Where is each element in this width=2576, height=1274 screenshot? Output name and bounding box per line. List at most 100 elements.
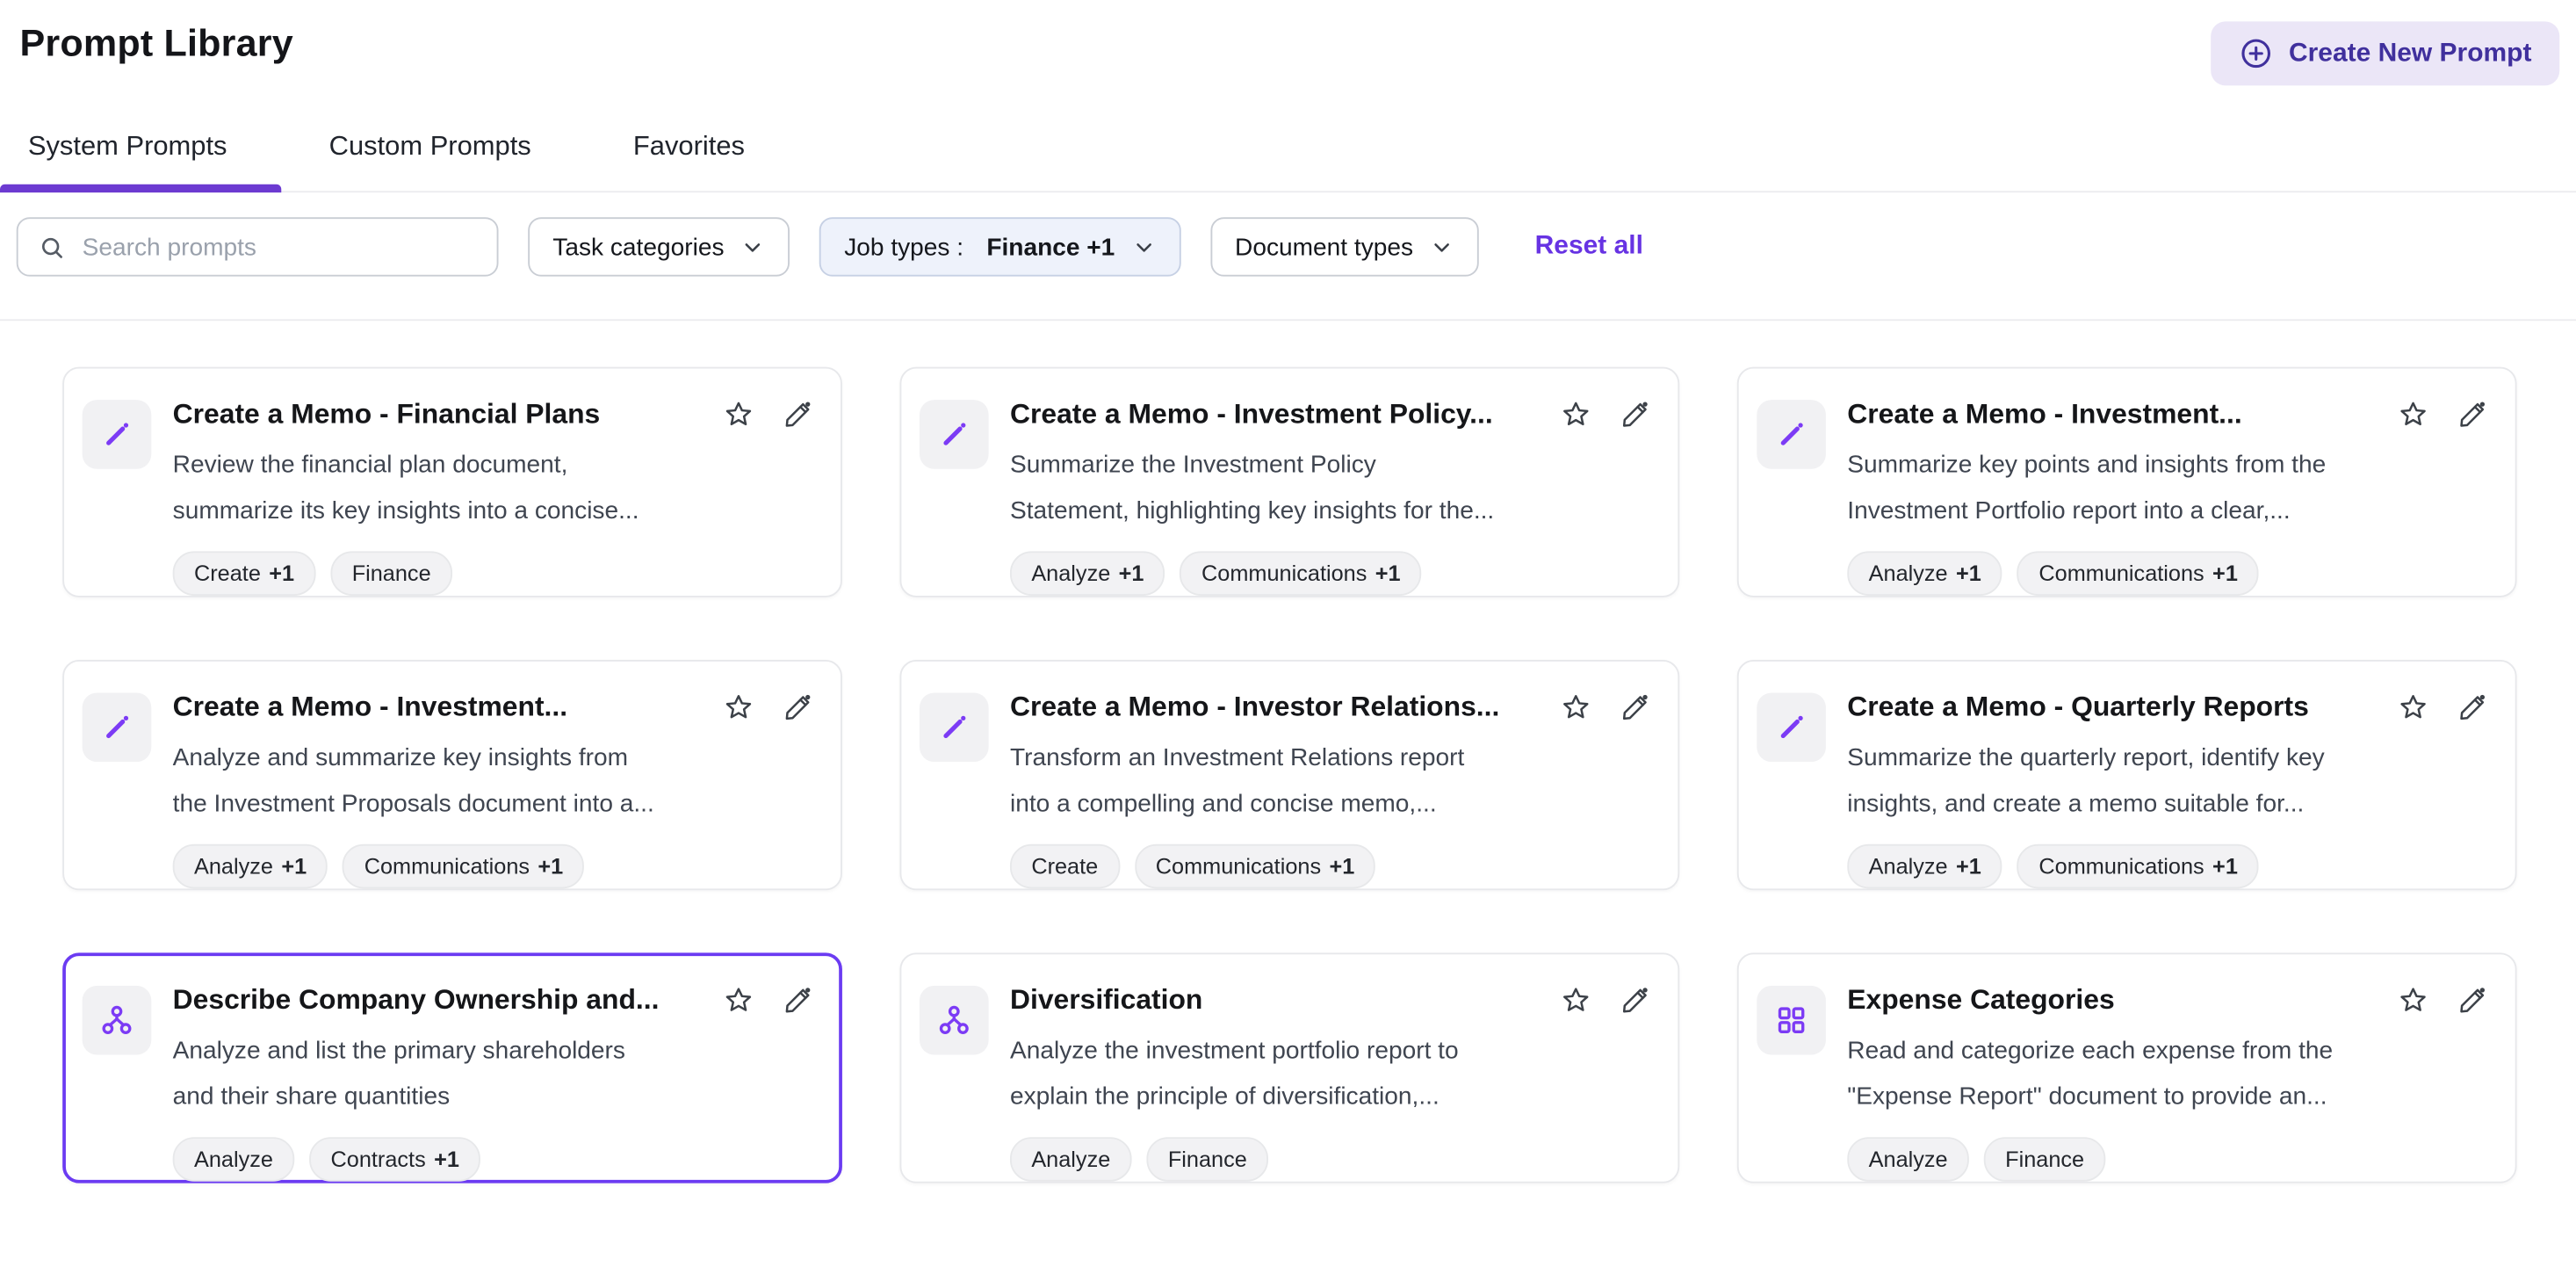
star-icon: [2397, 705, 2429, 729]
prompt-card[interactable]: Create a Memo - Investment...: [1737, 367, 2517, 597]
tag-pill: Create+1: [173, 551, 316, 596]
favorite-button[interactable]: [722, 398, 754, 431]
prompt-card[interactable]: Diversification: [899, 952, 1679, 1183]
star-icon: [2397, 411, 2429, 436]
edit-pencil-icon: [782, 997, 814, 1022]
pen-icon: [920, 692, 989, 762]
tab-bar: System Prompts Custom Prompts Favorites: [0, 85, 2576, 192]
pen-icon: [1757, 692, 1826, 762]
card-description: Analyze the investment portfolio report …: [1010, 1029, 1651, 1119]
edit-button[interactable]: [782, 984, 814, 1017]
tag-pill: Communications+1: [343, 844, 584, 889]
card-content: Create a Memo - Financial Plans: [173, 398, 814, 573]
tag-pill: Analyze+1: [1847, 551, 2002, 596]
tag-pill: Communications+1: [1134, 844, 1375, 889]
card-description: Summarize the quarterly report, identify…: [1847, 735, 2488, 826]
edit-pencil-icon: [1619, 411, 1651, 436]
prompt-card[interactable]: Create a Memo - Quarterly Reports: [1737, 660, 2517, 890]
star-icon: [1560, 997, 1592, 1022]
job-types-label: Job types :: [844, 233, 963, 261]
star-icon: [722, 411, 754, 436]
tab-favorites[interactable]: Favorites: [624, 130, 755, 191]
card-description: Transform an Investment Relations report…: [1010, 735, 1651, 826]
card-description: Summarize key points and insights from t…: [1847, 443, 2488, 533]
task-categories-dropdown[interactable]: Task categories: [528, 217, 790, 276]
card-actions: [722, 398, 814, 431]
prompt-card[interactable]: Create a Memo - Investor Relations...: [899, 660, 1679, 890]
edit-button[interactable]: [1619, 398, 1651, 431]
edit-pencil-icon: [782, 705, 814, 729]
task-categories-label: Task categories: [552, 233, 724, 261]
card-actions: [2397, 691, 2489, 724]
card-title: Describe Company Ownership and...: [173, 984, 706, 1017]
favorite-button[interactable]: [1560, 984, 1592, 1017]
tab-custom-prompts[interactable]: Custom Prompts: [319, 130, 541, 191]
card-content: Describe Company Ownership and...: [173, 984, 814, 1159]
card-tags: Analyze+1Communications+1: [173, 844, 814, 889]
edit-button[interactable]: [782, 398, 814, 431]
chevron-down-icon: [1131, 235, 1156, 259]
prompt-card[interactable]: Describe Company Ownership and...: [62, 952, 842, 1183]
favorite-button[interactable]: [1560, 398, 1592, 431]
tag-pill: Analyze: [173, 1137, 295, 1182]
edit-button[interactable]: [2456, 691, 2488, 724]
pen-icon: [1757, 400, 1826, 469]
edit-pencil-icon: [782, 411, 814, 436]
job-types-dropdown[interactable]: Job types : Finance +1: [819, 217, 1180, 276]
pen-icon: [83, 400, 152, 469]
job-types-value: Finance +1: [986, 233, 1115, 261]
search-input[interactable]: [79, 231, 480, 263]
create-new-prompt-button[interactable]: Create New Prompt: [2212, 21, 2559, 85]
prompt-library-page: Prompt Library Create New Prompt System …: [0, 0, 2576, 1274]
edit-pencil-icon: [2456, 997, 2488, 1022]
favorite-button[interactable]: [722, 691, 754, 724]
card-content: Create a Memo - Investment...: [173, 691, 814, 866]
prompt-card[interactable]: Create a Memo - Investment...: [62, 660, 842, 890]
document-types-dropdown[interactable]: Document types: [1210, 217, 1479, 276]
favorite-button[interactable]: [722, 984, 754, 1017]
card-content: Create a Memo - Investment...: [1847, 398, 2488, 573]
star-icon: [722, 997, 754, 1022]
card-tags: AnalyzeFinance: [1010, 1137, 1651, 1182]
edit-pencil-icon: [1619, 997, 1651, 1022]
favorite-button[interactable]: [2397, 398, 2429, 431]
search-box: [17, 217, 499, 276]
tab-system-prompts[interactable]: System Prompts: [18, 130, 237, 191]
favorite-button[interactable]: [2397, 984, 2429, 1017]
favorite-button[interactable]: [1560, 691, 1592, 724]
edit-button[interactable]: [1619, 691, 1651, 724]
tag-pill: Analyze: [1847, 1137, 1969, 1182]
card-description: Analyze and summarize key insights from …: [173, 735, 814, 826]
card-content: Expense Categories: [1847, 984, 2488, 1159]
tag-pill: Communications+1: [2017, 551, 2259, 596]
edit-pencil-icon: [2456, 705, 2488, 729]
tag-pill: Create: [1010, 844, 1120, 889]
favorite-button[interactable]: [2397, 691, 2429, 724]
tag-pill: Finance: [1146, 1137, 1268, 1182]
card-content: Create a Memo - Quarterly Reports: [1847, 691, 2488, 866]
card-actions: [1560, 398, 1652, 431]
document-types-label: Document types: [1235, 233, 1413, 261]
chevron-down-icon: [740, 235, 765, 259]
prompt-card[interactable]: Create a Memo - Investment Policy...: [899, 367, 1679, 597]
grid-icon: [1757, 986, 1826, 1055]
card-description: Read and categorize each expense from th…: [1847, 1029, 2488, 1119]
pen-icon: [920, 400, 989, 469]
chevron-down-icon: [1430, 235, 1454, 259]
tag-pill: Analyze+1: [1847, 844, 2002, 889]
edit-button[interactable]: [2456, 984, 2488, 1017]
tag-pill: Analyze+1: [1010, 551, 1165, 596]
card-actions: [722, 984, 814, 1017]
edit-button[interactable]: [1619, 984, 1651, 1017]
prompt-card[interactable]: Create a Memo - Financial Plans: [62, 367, 842, 597]
edit-button[interactable]: [2456, 398, 2488, 431]
tag-pill: Communications+1: [1180, 551, 1422, 596]
edit-button[interactable]: [782, 691, 814, 724]
card-actions: [1560, 984, 1652, 1017]
card-title: Create a Memo - Financial Plans: [173, 398, 706, 431]
reset-all-link[interactable]: Reset all: [1535, 232, 1643, 262]
tag-pill: Finance: [1984, 1137, 2106, 1182]
card-actions: [722, 691, 814, 724]
prompt-card[interactable]: Expense Categories: [1737, 952, 2517, 1183]
plus-circle-icon: [2240, 36, 2274, 70]
